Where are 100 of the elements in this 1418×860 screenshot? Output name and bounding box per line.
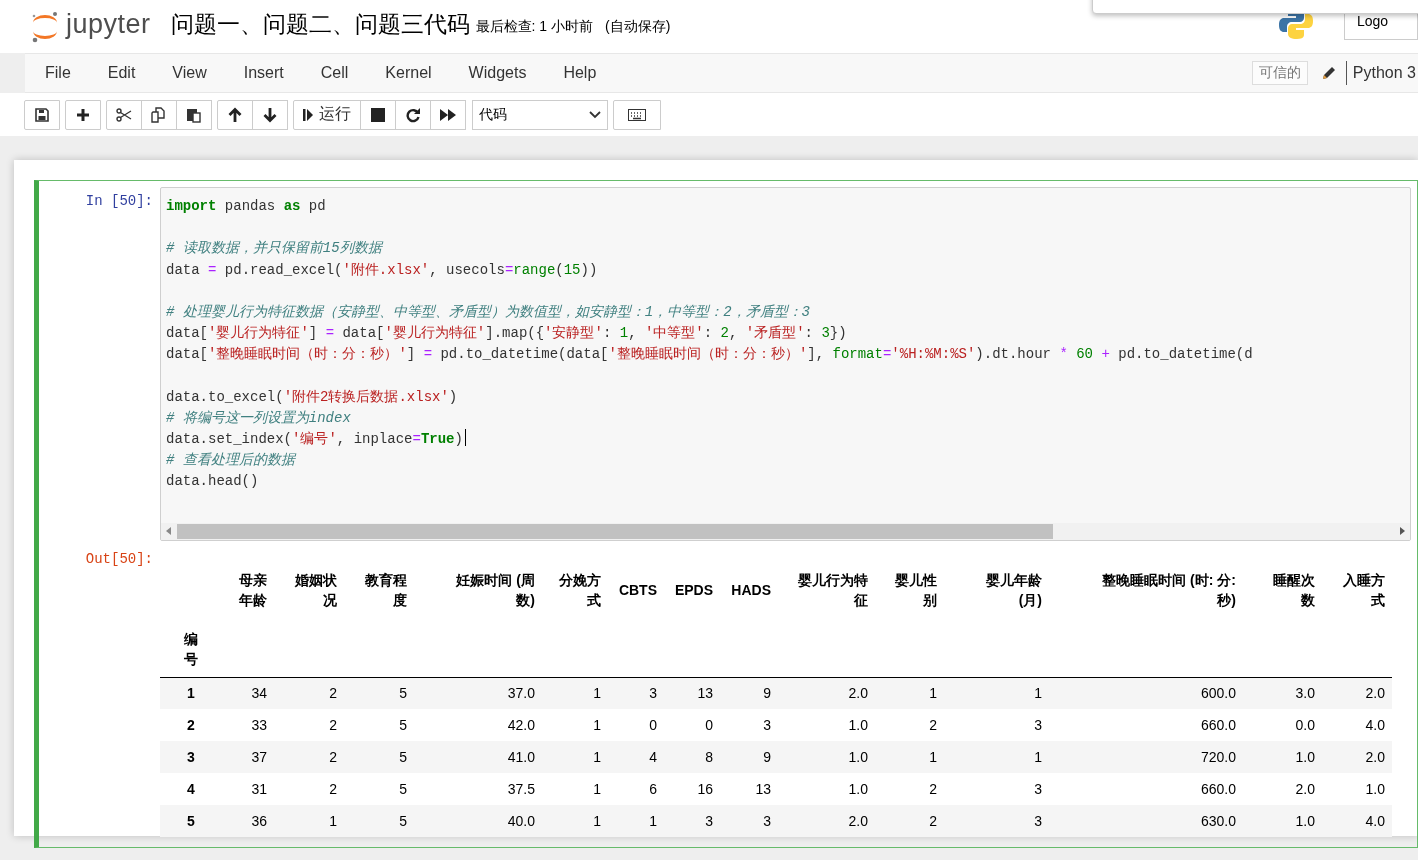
save-icon — [35, 107, 49, 122]
caret-icon — [589, 110, 601, 119]
code-line: data['婴儿行为特征'] = data['婴儿行为特征'].map({'安静型': 1, '中等型': 2, '矛盾型': 3}) — [166, 325, 847, 342]
code-line: # 读取数据，并只保留前15列数据 — [166, 240, 382, 257]
table-cell: 1 — [542, 677, 608, 710]
copy-button[interactable] — [141, 99, 177, 130]
logo-text[interactable]: jupyter — [66, 9, 151, 40]
table-cell: 40.0 — [414, 805, 542, 838]
scroll-left-icon[interactable] — [165, 527, 173, 536]
scroll-right-icon[interactable] — [1398, 527, 1406, 536]
table-cell: 1 — [875, 741, 944, 774]
table-cell: 1 — [274, 805, 344, 838]
fast-forward-button[interactable] — [430, 99, 466, 130]
paste-button[interactable] — [176, 99, 212, 130]
menu-item[interactable]: View — [172, 64, 207, 82]
add-cell-button[interactable] — [65, 99, 101, 130]
row-index: 4 — [160, 773, 222, 806]
cut-button[interactable] — [106, 99, 142, 130]
menu-item[interactable]: Help — [563, 64, 597, 82]
plus-icon — [76, 107, 90, 122]
code-cell[interactable] — [34, 180, 1418, 849]
restart-icon — [405, 106, 421, 123]
scissors-icon — [116, 107, 132, 122]
code-line: data['整晚睡眠时间（时：分：秒）'] = pd.to_datetime(data['整晚睡眠时间（时：分：秒）'], format='%H:%M:%S').dt.hour * 60 + pd.to_datetime(d — [166, 346, 1253, 363]
kernel-name[interactable]: Python 3 — [1352, 64, 1416, 82]
column-header: 婴儿年龄(月) — [985, 570, 1042, 610]
column-header: 婴儿性别 — [894, 570, 937, 610]
column-header: 婴儿行为特征 — [797, 570, 868, 610]
table-cell: 1 — [944, 677, 1049, 710]
row-index: 5 — [160, 805, 222, 838]
table-cell: 3 — [720, 709, 778, 742]
table-cell: 37 — [222, 741, 274, 774]
table-cell: 660.0 — [1049, 773, 1243, 806]
table-cell: 1 — [944, 741, 1049, 774]
keyboard-icon — [628, 108, 646, 121]
horizontal-scrollbar[interactable] — [161, 522, 1410, 540]
code-line: # 查看处理后的数据 — [166, 452, 295, 469]
fast-forward-icon — [440, 107, 456, 122]
column-header: 教育程度 — [364, 570, 407, 610]
code-line: # 处理婴儿行为特征数据（安静型、中等型、矛盾型）为数值型，如安静型：1，中等型：2，矛盾型：3 — [166, 303, 810, 320]
table-cell: 5 — [344, 773, 414, 806]
table-cell: 2 — [875, 709, 944, 742]
restart-button[interactable] — [395, 99, 431, 130]
table-cell: 9 — [720, 677, 778, 710]
table-cell: 2 — [274, 741, 344, 774]
pencil-icon[interactable] — [1321, 66, 1336, 80]
column-header: 整晚睡眠时间 (时: 分: 秒) — [1101, 570, 1236, 610]
table-cell: 2 — [875, 773, 944, 806]
menu-item[interactable]: Cell — [320, 64, 349, 82]
table-cell: 1 — [542, 773, 608, 806]
stop-icon — [371, 107, 385, 122]
keyboard-button[interactable] — [613, 99, 661, 130]
menu-item[interactable]: Widgets — [468, 64, 527, 82]
code-line: data.to_excel('附件2转换后数据.xlsx') — [166, 388, 458, 405]
notebook-title[interactable]: 问题一、问题二、问题三代码 — [170, 9, 470, 40]
table-cell: 630.0 — [1049, 805, 1243, 838]
table-cell: 34 — [222, 677, 274, 710]
trusted-badge[interactable]: 可信的 — [1251, 61, 1308, 85]
index-header: 编号 — [183, 629, 199, 669]
row-index: 2 — [160, 709, 222, 742]
move-down-button[interactable] — [252, 99, 288, 130]
table-cell: 0 — [608, 709, 664, 742]
table-cell: 3.0 — [1243, 677, 1322, 710]
autosave-status: (自动保存) — [605, 17, 671, 36]
code-line: # 将编号这一列设置为index — [166, 409, 351, 426]
table-cell: 1 — [608, 805, 664, 838]
table-cell: 2.0 — [1243, 773, 1322, 806]
checkpoint-status: 最后检查: 1 小时前 — [475, 17, 593, 36]
table-cell: 6 — [608, 773, 664, 806]
table-cell: 3 — [720, 805, 778, 838]
menu-item[interactable]: Edit — [107, 64, 136, 82]
run-button[interactable]: 运行 — [293, 99, 361, 130]
code-line: import pandas as pd — [166, 198, 326, 214]
input-prompt: In [50]: — [84, 192, 154, 211]
cell-type-value: 代码 — [479, 105, 507, 124]
table-cell: 3 — [944, 805, 1049, 838]
table-cell: 1.0 — [778, 773, 875, 806]
table-cell: 600.0 — [1049, 677, 1243, 710]
menu-item[interactable]: File — [45, 64, 71, 82]
copy-icon — [151, 106, 167, 123]
paste-icon — [186, 106, 202, 123]
table-cell: 42.0 — [414, 709, 542, 742]
table-cell: 0 — [664, 709, 720, 742]
table-cell: 2 — [274, 773, 344, 806]
table-cell: 1.0 — [778, 709, 875, 742]
menu-item[interactable]: Insert — [243, 64, 284, 82]
output-prompt: Out[50]: — [84, 549, 154, 569]
menu-item[interactable]: Kernel — [385, 64, 432, 82]
save-button[interactable] — [24, 99, 60, 130]
scrollbar-thumb[interactable] — [177, 523, 1054, 539]
stop-button[interactable] — [360, 99, 396, 130]
table-cell: 1.0 — [1322, 773, 1392, 806]
code-editor[interactable] — [160, 187, 1411, 541]
code-line: data = pd.read_excel('附件.xlsx', usecols=range(15)) — [166, 261, 598, 278]
cell-type-dropdown[interactable]: 代码 — [472, 99, 608, 130]
table-cell: 1.0 — [1243, 805, 1322, 838]
column-header: 入睡方式 — [1342, 570, 1385, 610]
table-cell: 0.0 — [1243, 709, 1322, 742]
table-cell: 2 — [274, 677, 344, 710]
move-up-button[interactable] — [217, 99, 253, 130]
